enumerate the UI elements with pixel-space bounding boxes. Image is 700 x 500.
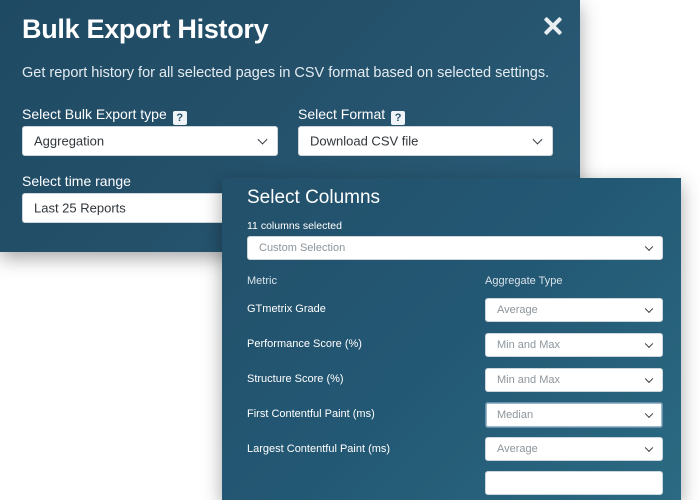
chevron-down-icon	[644, 304, 654, 314]
format-select[interactable]: Download CSV file	[298, 126, 553, 156]
column-selection-value: Custom Selection	[259, 242, 346, 254]
chevron-down-icon	[644, 409, 654, 419]
modal-subtitle: Get report history for all selected page…	[22, 65, 550, 81]
aggregate-value: Average	[497, 304, 538, 316]
help-icon[interactable]: ?	[172, 111, 187, 125]
metric-name: GTmetrix Grade	[247, 303, 326, 315]
format-value: Download CSV file	[310, 133, 419, 149]
aggregate-select[interactable]: Min and Max	[485, 333, 663, 357]
chevron-down-icon	[644, 339, 654, 349]
metric-name: Structure Score (%)	[247, 373, 344, 385]
help-icon[interactable]: ?	[391, 111, 406, 125]
chevron-down-icon	[644, 242, 654, 252]
columns-title: Select Columns	[247, 187, 381, 208]
chevron-down-icon	[644, 443, 654, 453]
aggregate-value: Average	[497, 443, 538, 455]
export-type-select[interactable]: Aggregation	[22, 126, 278, 156]
aggregate-select[interactable]: Average	[485, 298, 663, 322]
metric-name: First Contentful Paint (ms)	[247, 408, 375, 420]
aggregate-header: Aggregate Type	[485, 275, 563, 287]
column-selection-select[interactable]: Custom Selection	[247, 236, 663, 260]
aggregate-select[interactable]: Median	[485, 402, 663, 428]
aggregate-select[interactable]: Average	[485, 437, 663, 461]
aggregate-value: Min and Max	[497, 339, 560, 351]
aggregate-value: Min and Max	[497, 374, 560, 386]
select-columns-panel: Select Columns 11 columns selected Custo…	[222, 178, 681, 500]
time-range-value: Last 25 Reports	[34, 200, 126, 216]
modal-title: Bulk Export History	[22, 14, 269, 44]
aggregate-select[interactable]	[485, 471, 663, 495]
export-type-label: Select Bulk Export type?	[22, 106, 187, 125]
aggregate-select[interactable]: Min and Max	[485, 368, 663, 392]
aggregate-value: Median	[497, 409, 534, 421]
metric-name: Performance Score (%)	[247, 338, 362, 350]
time-range-label: Select time range	[22, 173, 131, 189]
metric-name: Largest Contentful Paint (ms)	[247, 443, 391, 455]
chevron-down-icon	[257, 134, 268, 145]
chevron-down-icon	[644, 374, 654, 384]
format-label: Select Format?	[298, 106, 406, 125]
export-type-value: Aggregation	[34, 133, 105, 149]
export-type-label-text: Select Bulk Export type	[22, 106, 167, 122]
close-icon[interactable]	[541, 14, 565, 38]
metric-header: Metric	[247, 275, 277, 287]
chevron-down-icon	[532, 134, 543, 145]
columns-count: 11 columns selected	[247, 220, 342, 232]
format-label-text: Select Format	[298, 106, 386, 122]
